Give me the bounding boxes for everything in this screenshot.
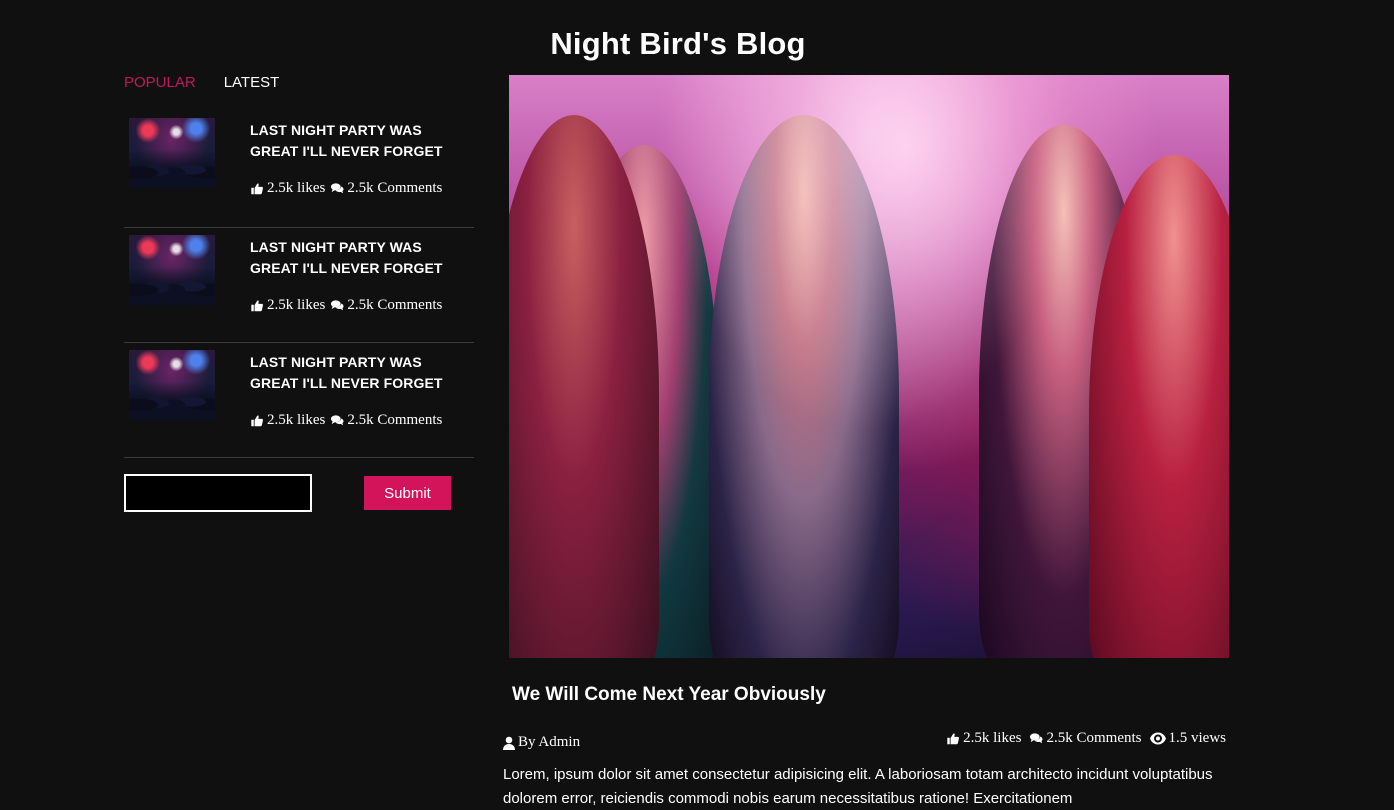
list-item[interactable]: LAST NIGHT PARTY WAS GREAT I'LL NEVER FO… (124, 114, 474, 228)
article-body: Lorem, ipsum dolor sit amet consectetur … (503, 766, 1213, 807)
post-body: LAST NIGHT PARTY WAS GREAT I'LL NEVER FO… (250, 118, 474, 227)
likes-count: 2.5k likes (267, 297, 326, 313)
user-icon (503, 736, 515, 750)
post-title[interactable]: LAST NIGHT PARTY WAS GREAT I'LL NEVER FO… (250, 120, 474, 162)
list-item[interactable]: LAST NIGHT PARTY WAS GREAT I'LL NEVER FO… (124, 229, 474, 343)
thumbs-up-icon (946, 732, 960, 745)
comments-stat: 2.5k Comments (330, 297, 442, 314)
thumbs-up-icon (250, 299, 264, 312)
views-stat: 1.5 views (1149, 730, 1227, 747)
comments-stat: 2.5k Comments (330, 412, 442, 429)
post-body: LAST NIGHT PARTY WAS GREAT I'LL NEVER FO… (250, 235, 474, 342)
submit-button[interactable]: Submit (364, 476, 451, 510)
article-author: By Admin (503, 734, 580, 751)
thumbs-up-icon (250, 414, 264, 427)
likes-stat: 2.5k likes (250, 297, 325, 314)
post-title[interactable]: LAST NIGHT PARTY WAS GREAT I'LL NEVER FO… (250, 352, 474, 394)
article-meta: By Admin 2.5k likes 2.5k Comments 1.5 vi… (503, 725, 1231, 750)
post-stats: 2.5k likes 2.5k Comments (250, 412, 474, 429)
sidebar: POPULAR LATEST LAST NIGHT PARTY WAS GREA… (124, 70, 474, 512)
post-thumbnail[interactable] (129, 350, 215, 420)
likes-count: 2.5k likes (267, 180, 326, 196)
article: We Will Come Next Year Obviously By Admi… (503, 75, 1231, 810)
post-thumbnail[interactable] (129, 118, 215, 188)
comments-stat: 2.5k Comments (330, 180, 442, 197)
post-stats: 2.5k likes 2.5k Comments (250, 180, 474, 197)
post-stats: 2.5k likes 2.5k Comments (250, 297, 474, 314)
comments-stat: 2.5k Comments (1029, 730, 1142, 747)
comments-icon (330, 414, 344, 427)
comments-icon (330, 182, 344, 195)
eye-icon (1149, 732, 1166, 745)
tab-popular[interactable]: POPULAR (124, 74, 196, 91)
post-title[interactable]: LAST NIGHT PARTY WAS GREAT I'LL NEVER FO… (250, 237, 474, 279)
page: Night Bird's Blog POPULAR LATEST LAST NI… (0, 0, 1394, 810)
article-stats: 2.5k likes 2.5k Comments 1.5 views (946, 730, 1226, 747)
thumbs-up-icon (250, 182, 264, 195)
article-title: We Will Come Next Year Obviously (512, 684, 826, 705)
article-hero-image (509, 75, 1229, 658)
author-name[interactable]: By Admin (518, 734, 580, 751)
tab-latest[interactable]: LATEST (224, 74, 280, 91)
likes-stat: 2.5k likes (250, 180, 325, 197)
list-item[interactable]: LAST NIGHT PARTY WAS GREAT I'LL NEVER FO… (124, 344, 474, 458)
comments-count: 2.5k Comments (347, 297, 443, 313)
post-list: LAST NIGHT PARTY WAS GREAT I'LL NEVER FO… (124, 114, 474, 458)
subscribe-form: Submit (124, 474, 474, 512)
views-count: 1.5 views (1168, 730, 1227, 746)
site-title: Night Bird's Blog (550, 26, 806, 61)
likes-stat: 2.5k likes (250, 412, 325, 429)
email-field[interactable] (124, 474, 312, 512)
likes-stat: 2.5k likes (946, 730, 1021, 747)
likes-count: 2.5k likes (267, 412, 326, 428)
comments-icon (330, 299, 344, 312)
comments-count: 2.5k Comments (347, 180, 443, 196)
post-thumbnail[interactable] (129, 235, 215, 305)
comments-icon (1029, 732, 1043, 745)
comments-count: 2.5k Comments (1046, 730, 1142, 746)
comments-count: 2.5k Comments (347, 412, 443, 428)
post-body: LAST NIGHT PARTY WAS GREAT I'LL NEVER FO… (250, 350, 474, 457)
likes-count: 2.5k likes (963, 730, 1022, 746)
sidebar-tabs: POPULAR LATEST (124, 70, 474, 94)
